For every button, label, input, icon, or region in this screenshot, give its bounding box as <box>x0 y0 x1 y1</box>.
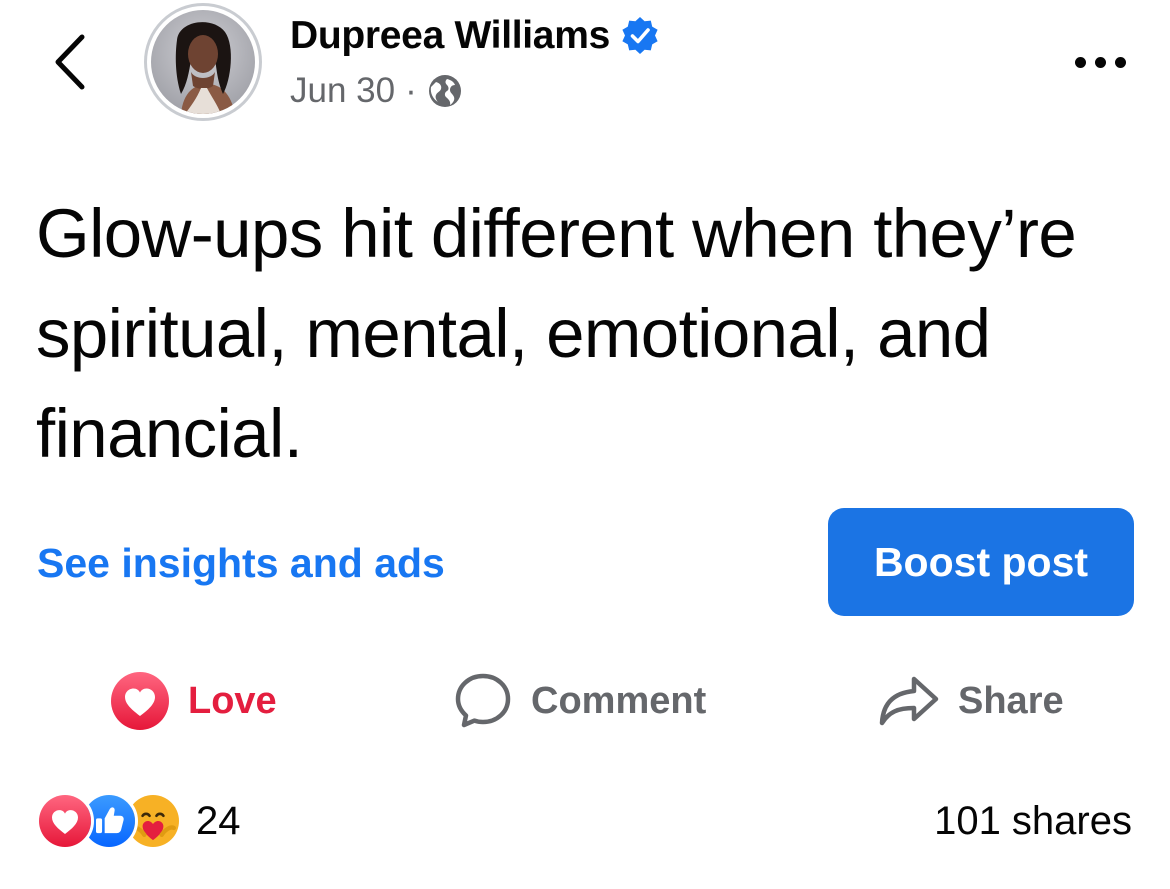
see-insights-link[interactable]: See insights and ads <box>37 536 445 590</box>
verified-badge-icon <box>622 17 658 54</box>
author-name[interactable]: Dupreea Williams <box>290 14 610 58</box>
post-date[interactable]: Jun 30 <box>290 71 395 111</box>
reactions-summary[interactable]: 24 <box>36 792 241 850</box>
love-label: Love <box>188 679 277 722</box>
boost-post-button[interactable]: Boost post <box>828 508 1134 616</box>
comment-icon <box>455 673 511 728</box>
back-button[interactable] <box>40 22 100 102</box>
shares-count[interactable]: 101 shares <box>934 792 1132 850</box>
more-dot-icon <box>1074 56 1086 68</box>
globe-icon <box>428 75 461 107</box>
meta-separator: · <box>405 71 417 110</box>
share-label: Share <box>958 679 1064 722</box>
post-text: Glow-ups hit different when they’re spir… <box>36 195 1077 472</box>
love-button[interactable]: Love <box>110 668 277 734</box>
chevron-left-icon <box>55 34 85 90</box>
share-arrow-icon <box>879 676 939 726</box>
more-dot-icon <box>1094 56 1106 68</box>
comment-label: Comment <box>531 679 707 722</box>
love-reaction-icon <box>111 672 169 730</box>
reaction-count: 24 <box>196 798 241 843</box>
more-dot-icon <box>1114 56 1126 68</box>
love-reaction-icon <box>36 792 94 850</box>
author-row: Dupreea Williams <box>290 10 660 62</box>
more-options-button[interactable] <box>1060 40 1140 84</box>
avatar <box>151 10 255 114</box>
post-meta: Jun 30 · <box>290 68 463 114</box>
author-avatar[interactable] <box>144 3 262 121</box>
comment-button[interactable]: Comment <box>453 668 706 734</box>
share-button[interactable]: Share <box>878 668 1064 734</box>
